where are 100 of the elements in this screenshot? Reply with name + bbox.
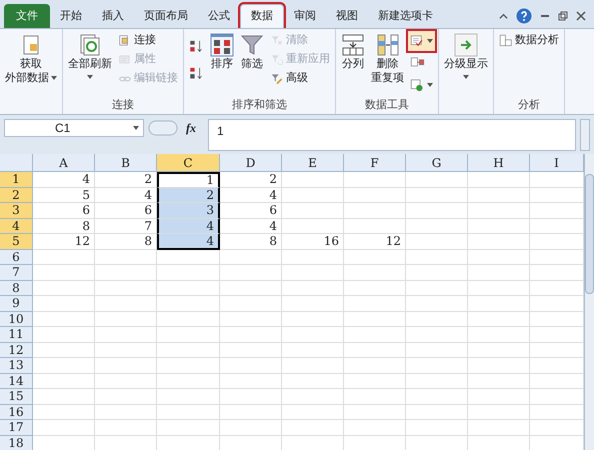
table-cell bbox=[468, 404, 530, 420]
refresh-icon bbox=[78, 33, 102, 57]
table-cell bbox=[406, 436, 468, 450]
column-header[interactable]: A bbox=[33, 154, 95, 172]
help-icon[interactable] bbox=[516, 8, 532, 24]
ribbon-tab[interactable]: 文件 bbox=[4, 4, 50, 28]
table-cell bbox=[530, 436, 584, 450]
insert-function-button[interactable]: fx bbox=[178, 119, 204, 137]
row-header[interactable]: 13 bbox=[0, 358, 33, 374]
row-header[interactable]: 6 bbox=[0, 250, 33, 265]
table-cell bbox=[220, 250, 282, 265]
column-header[interactable]: D bbox=[220, 154, 282, 172]
table-cell bbox=[406, 280, 468, 296]
scrollbar[interactable] bbox=[580, 119, 590, 151]
table-cell: 8 bbox=[95, 234, 157, 250]
table-cell: 4 bbox=[95, 188, 157, 203]
close-icon[interactable] bbox=[576, 11, 586, 21]
column-header[interactable]: F bbox=[344, 154, 406, 172]
table-cell bbox=[344, 188, 406, 203]
scrollbar[interactable] bbox=[584, 154, 594, 450]
column-header[interactable]: H bbox=[468, 154, 530, 172]
row-header[interactable]: 3 bbox=[0, 203, 33, 218]
table-cell bbox=[95, 389, 157, 404]
row-header[interactable]: 2 bbox=[0, 188, 33, 203]
table-cell bbox=[530, 312, 584, 327]
ribbon-button[interactable]: 数据分析 bbox=[497, 31, 561, 50]
ribbon-tab[interactable]: 数据 bbox=[240, 4, 284, 28]
ribbon-button[interactable]: 连接 bbox=[116, 31, 180, 50]
ribbon-tab[interactable]: 公式 bbox=[198, 4, 240, 28]
table-cell bbox=[95, 327, 157, 342]
row-header[interactable]: 8 bbox=[0, 280, 33, 296]
remove-duplicates-icon bbox=[376, 33, 400, 57]
column-header[interactable]: E bbox=[282, 154, 344, 172]
sort-ascending-icon bbox=[189, 39, 204, 54]
ribbon-tab[interactable]: 页面布局 bbox=[134, 4, 198, 28]
row-header[interactable]: 10 bbox=[0, 312, 33, 327]
sort-icon bbox=[210, 33, 234, 57]
ribbon-tab[interactable]: 插入 bbox=[92, 4, 134, 28]
ribbon-button[interactable]: 分级显示 bbox=[442, 29, 490, 79]
sort-descending-icon bbox=[189, 66, 204, 81]
table-cell bbox=[530, 188, 584, 203]
table-cell: 4 bbox=[220, 188, 282, 203]
row-header[interactable]: 17 bbox=[0, 420, 33, 436]
caret-icon bbox=[87, 75, 93, 79]
row-header[interactable]: 1 bbox=[0, 172, 33, 188]
formula-bar[interactable]: 1 bbox=[208, 119, 576, 151]
ribbon-button[interactable]: 全部刷新 bbox=[66, 29, 114, 79]
table-cell bbox=[468, 389, 530, 404]
ribbon-tab[interactable]: 视图 bbox=[326, 4, 368, 28]
group-label: 连接 bbox=[112, 98, 134, 114]
table-cell bbox=[468, 218, 530, 234]
table-cell bbox=[406, 342, 468, 358]
name-box[interactable]: C1 bbox=[4, 119, 144, 137]
row-header[interactable]: 18 bbox=[0, 436, 33, 450]
row-header[interactable]: 7 bbox=[0, 265, 33, 280]
table-cell bbox=[157, 389, 220, 404]
table-cell bbox=[33, 312, 95, 327]
row-header[interactable]: 15 bbox=[0, 389, 33, 404]
table-cell bbox=[282, 420, 344, 436]
column-header[interactable]: I bbox=[530, 154, 584, 172]
ribbon-button[interactable]: 筛选 bbox=[238, 29, 266, 71]
row-header[interactable]: 9 bbox=[0, 296, 33, 312]
resize-handle-icon[interactable] bbox=[148, 120, 178, 136]
scrollbar-thumb[interactable] bbox=[585, 174, 594, 294]
row-header[interactable]: 4 bbox=[0, 218, 33, 234]
row-header[interactable]: 16 bbox=[0, 404, 33, 420]
ribbon-tab[interactable]: 开始 bbox=[50, 4, 92, 28]
icon-button[interactable] bbox=[408, 31, 435, 51]
table-cell bbox=[220, 280, 282, 296]
table-cell bbox=[468, 296, 530, 312]
collapse-icon[interactable] bbox=[499, 12, 508, 20]
row-header[interactable]: 12 bbox=[0, 342, 33, 358]
table-cell bbox=[530, 358, 584, 374]
table-cell bbox=[530, 218, 584, 234]
ribbon-button[interactable]: 获取 外部数据 bbox=[3, 29, 59, 85]
row-header[interactable]: 14 bbox=[0, 374, 33, 389]
table-cell bbox=[282, 358, 344, 374]
table-cell bbox=[468, 172, 530, 188]
column-header[interactable]: G bbox=[406, 154, 468, 172]
ribbon-button[interactable]: 分列 bbox=[339, 29, 367, 71]
row-header[interactable]: 5 bbox=[0, 234, 33, 250]
ribbon-button[interactable]: 删除 重复项 bbox=[369, 29, 406, 85]
column-header[interactable]: B bbox=[95, 154, 157, 172]
table-cell bbox=[468, 250, 530, 265]
caret-icon bbox=[51, 76, 57, 80]
table-cell bbox=[282, 374, 344, 389]
table-cell bbox=[406, 265, 468, 280]
restore-icon[interactable] bbox=[558, 11, 568, 21]
ribbon-button[interactable]: 高级 bbox=[268, 69, 332, 88]
table-cell bbox=[282, 250, 344, 265]
row-header[interactable]: 11 bbox=[0, 327, 33, 342]
table-cell bbox=[33, 280, 95, 296]
ribbon-tab[interactable]: 新建选项卡 bbox=[368, 4, 443, 28]
ribbon-button[interactable]: 排序 bbox=[208, 29, 236, 71]
table-cell bbox=[530, 404, 584, 420]
group-label: 排序和筛选 bbox=[232, 98, 287, 114]
table-cell bbox=[33, 327, 95, 342]
table-cell bbox=[33, 296, 95, 312]
ribbon-tab[interactable]: 审阅 bbox=[284, 4, 326, 28]
column-header[interactable]: C bbox=[157, 154, 220, 172]
